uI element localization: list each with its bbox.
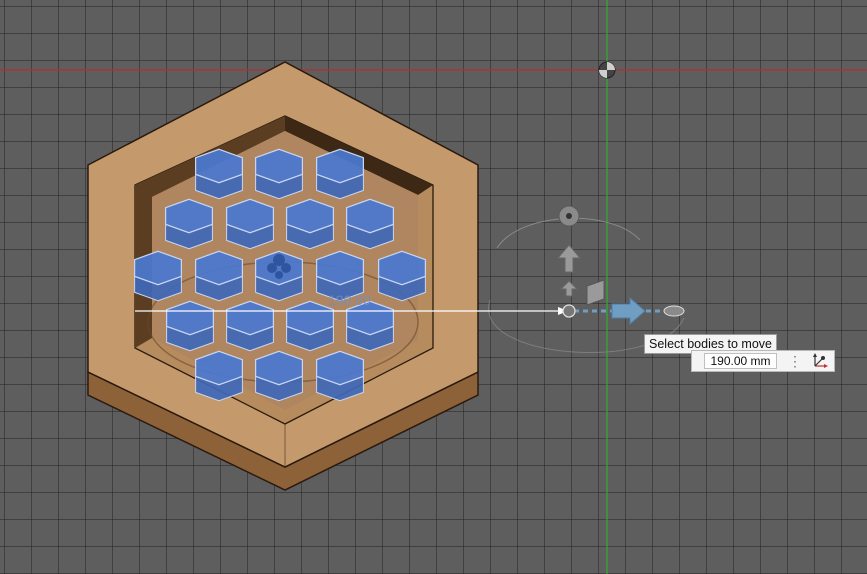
hex-body[interactable] (226, 198, 274, 250)
hex-body[interactable] (165, 198, 213, 250)
arrow-up-icon[interactable] (556, 244, 582, 273)
hex-body[interactable] (166, 300, 214, 352)
hex-body[interactable] (255, 148, 303, 200)
rotate-handle-icon[interactable] (558, 205, 580, 227)
triad-icon[interactable] (810, 352, 830, 370)
move-origin-handle[interactable] (562, 304, 576, 318)
distance-input[interactable] (704, 353, 777, 369)
hex-body[interactable] (195, 250, 243, 302)
distance-input-panel: ⋮ (691, 350, 835, 372)
dimension-label: 190.00 (328, 292, 371, 308)
hex-body[interactable] (255, 350, 303, 402)
hex-body[interactable] (195, 148, 243, 200)
hex-body[interactable] (195, 350, 243, 402)
hex-body[interactable] (286, 198, 334, 250)
hex-body[interactable] (316, 148, 364, 200)
end-handle-icon[interactable] (663, 305, 685, 317)
canvas-viewport[interactable]: 190.00 Select bodies to move ⋮ (0, 0, 867, 574)
arrow-right-icon[interactable] (611, 296, 646, 326)
arrow-up-small-icon[interactable] (559, 280, 579, 297)
hex-body[interactable] (346, 198, 394, 250)
origin-marker-icon[interactable] (598, 61, 616, 79)
hex-body[interactable] (286, 300, 334, 352)
hex-body[interactable] (226, 300, 274, 352)
model-scene (0, 0, 867, 574)
plane-handle-icon[interactable] (586, 279, 605, 306)
hex-body[interactable] (316, 350, 364, 402)
more-options-icon[interactable]: ⋮ (788, 352, 802, 370)
hex-body[interactable] (378, 250, 426, 302)
hex-body[interactable] (134, 250, 182, 302)
hex-body[interactable] (346, 300, 394, 352)
